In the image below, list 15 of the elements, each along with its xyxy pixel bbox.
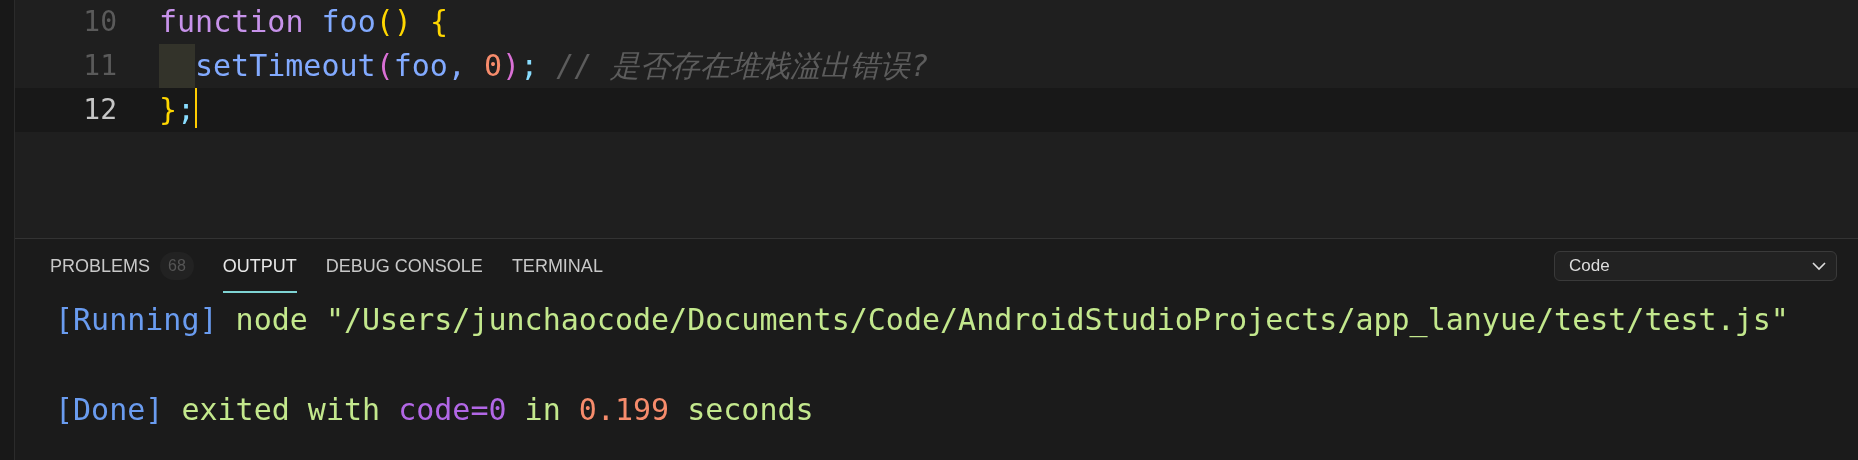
panel-tab[interactable]: TERMINAL: [511, 239, 603, 293]
line-number: 10: [82, 4, 117, 40]
panel-tab[interactable]: DEBUG CONSOLE: [325, 239, 483, 293]
code-line: };: [159, 91, 196, 129]
output-channel-dropdown[interactable]: Code: [1554, 251, 1837, 281]
line-number: 11: [82, 48, 117, 84]
indent-guide: [159, 44, 195, 88]
panel-tab[interactable]: OUTPUT: [222, 239, 297, 293]
chevron-down-icon: [1812, 261, 1826, 271]
text-cursor: [195, 88, 198, 128]
output-line: [Running] node "/Users/junchaocode/Documents/Code/AndroidStudioProjects/app_lanyue/test/test.js": [55, 301, 1790, 340]
line-number: 12: [82, 92, 117, 128]
code-line: function foo() {: [159, 3, 448, 41]
code-line: setTimeout(foo, 0); // 是否存在堆栈溢出错误?: [159, 44, 929, 88]
output-line: [Done] exited with code=0 in 0.199 seconds: [55, 391, 815, 429]
